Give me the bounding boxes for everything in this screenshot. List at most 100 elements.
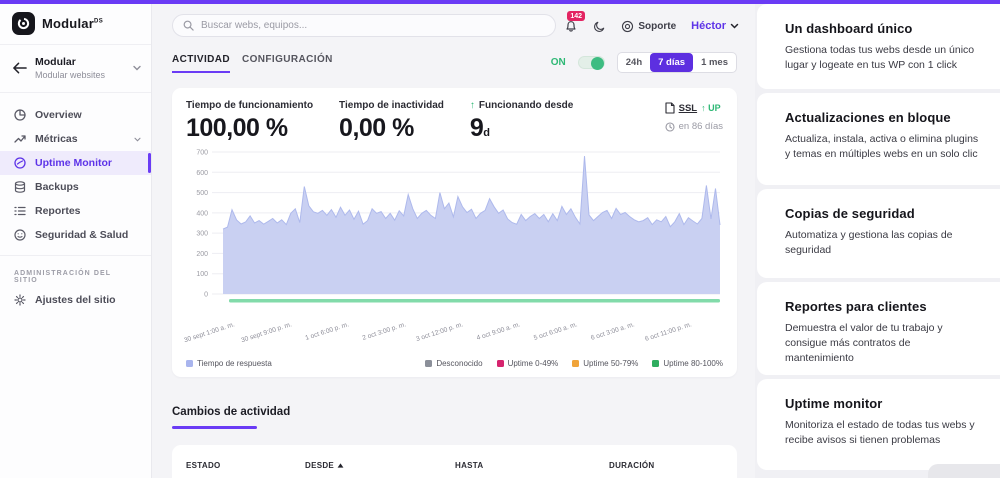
svg-text:30 sept 1:00 a. m.: 30 sept 1:00 a. m. — [183, 321, 236, 344]
gear-icon — [14, 294, 26, 306]
monitor-on-label: ON — [551, 57, 566, 68]
range-selector: 24h 7 días 1 mes — [617, 52, 737, 73]
range-1-mes[interactable]: 1 mes — [693, 53, 736, 72]
sidebar-item-reportes[interactable]: Reportes — [0, 199, 151, 223]
main-area: 142 Soporte Héctor ACTIVIDAD CONFIGURACI… — [152, 4, 755, 478]
activity-title-underline — [172, 426, 257, 429]
svg-text:3 oct 12:00 p. m.: 3 oct 12:00 p. m. — [415, 321, 464, 343]
promo-card-reportes: Reportes para clientesDemuestra el valor… — [757, 282, 1000, 375]
back-arrow-icon[interactable] — [12, 62, 27, 74]
response-time-chart[interactable]: 010020030040050060070030 sept 1:00 a. m.… — [182, 146, 726, 346]
stat-uptime: Tiempo de funcionamiento 100,00 % — [186, 100, 313, 143]
svg-text:5 oct 6:00 a. m.: 5 oct 6:00 a. m. — [533, 321, 579, 342]
app-logo[interactable]: ModularDS — [0, 0, 151, 45]
search-icon — [183, 20, 194, 31]
search-bar[interactable] — [172, 14, 556, 37]
sidebar-item-label: Overview — [35, 109, 82, 121]
help-icon — [621, 20, 634, 33]
sort-asc-icon — [337, 463, 344, 468]
chat-widget-stub[interactable] — [928, 464, 1000, 478]
sidebar-item-uptime-monitor[interactable]: Uptime Monitor — [0, 151, 151, 175]
svg-text:500: 500 — [196, 190, 208, 197]
tabs-row: ACTIVIDAD CONFIGURACIÓN ON 24h 7 días 1 … — [152, 48, 755, 84]
range-24h[interactable]: 24h — [618, 53, 650, 72]
svg-text:200: 200 — [196, 251, 208, 258]
column-header-hasta[interactable]: HASTA — [455, 461, 609, 470]
chevron-down-icon[interactable] — [133, 65, 141, 71]
support-button[interactable]: Soporte — [621, 20, 676, 33]
promo-panel: Un dashboard únicoGestiona todas tus web… — [757, 4, 1000, 478]
trend-icon — [14, 133, 26, 145]
notification-count-badge: 142 — [567, 11, 585, 21]
dark-mode-toggle[interactable] — [593, 20, 606, 33]
tab-configuracion[interactable]: CONFIGURACIÓN — [242, 54, 333, 71]
svg-text:0: 0 — [204, 292, 208, 299]
svg-text:6 oct 3:00 a. m.: 6 oct 3:00 a. m. — [590, 321, 636, 342]
svg-text:2 oct 3:00 p. m.: 2 oct 3:00 p. m. — [362, 321, 408, 342]
svg-text:600: 600 — [196, 170, 208, 177]
list-icon — [14, 205, 26, 217]
up-arrow-icon: ↑ — [470, 100, 475, 111]
pie-chart-icon — [14, 109, 26, 121]
promo-card-actualizaciones: Actualizaciones en bloqueActualiza, inst… — [757, 93, 1000, 185]
svg-text:6 oct 11:00 p. m.: 6 oct 11:00 p. m. — [644, 321, 693, 343]
promo-card-dashboard: Un dashboard únicoGestiona todas tus web… — [757, 4, 1000, 89]
topbar: 142 Soporte Héctor — [152, 4, 755, 48]
column-header-estado[interactable]: ESTADO — [172, 461, 305, 470]
uptime-clock-icon — [14, 157, 26, 169]
legend-item: Uptime 50-79% — [572, 359, 638, 368]
column-header-duracion[interactable]: DURACIÓN — [609, 461, 729, 470]
stat-running-since: ↑Funcionando desde 9d — [470, 100, 573, 143]
user-name: Héctor — [691, 20, 726, 32]
clock-icon — [665, 122, 675, 132]
sidebar: ModularDS Modular Modular websites Overv… — [0, 0, 152, 478]
top-accent-bar — [0, 0, 1000, 4]
svg-text:4 oct 9:00 a. m.: 4 oct 9:00 a. m. — [476, 321, 522, 342]
ssl-status: SSL ↑ UP en 86 días — [665, 100, 723, 143]
sidebar-item-overview[interactable]: Overview — [0, 103, 151, 127]
legend-item: Desconocido — [425, 359, 482, 368]
sidebar-item-metricas[interactable]: Métricas — [0, 127, 151, 151]
smiley-icon — [14, 229, 26, 241]
legend-item: Tiempo de respuesta — [186, 359, 272, 368]
uptime-chart-card: Tiempo de funcionamiento 100,00 % Tiempo… — [172, 88, 737, 377]
site-subtitle: Modular websites — [35, 70, 105, 80]
document-icon — [665, 102, 675, 114]
sidebar-item-label: Backups — [35, 181, 79, 193]
chevron-down-icon[interactable] — [134, 137, 141, 142]
modular-logo-icon — [12, 12, 35, 35]
svg-text:1 oct 6:00 p. m.: 1 oct 6:00 p. m. — [304, 321, 350, 342]
logo-badge: DS — [94, 19, 103, 25]
sidebar-item-label: Reportes — [35, 205, 81, 217]
monitor-toggle[interactable] — [578, 56, 605, 69]
sidebar-item-label: Ajustes del sitio — [35, 294, 116, 306]
ssl-link[interactable]: SSL — [679, 103, 697, 114]
chart-legend: Tiempo de respuesta DesconocidoUptime 0-… — [186, 359, 723, 368]
user-menu[interactable]: Héctor — [691, 20, 739, 32]
activity-table: ESTADO DESDE HASTA DURACIÓN — [172, 445, 737, 478]
svg-text:400: 400 — [196, 210, 208, 217]
tab-actividad[interactable]: ACTIVIDAD — [172, 54, 230, 73]
legend-item: Uptime 80-100% — [652, 359, 723, 368]
sidebar-item-label: Uptime Monitor — [35, 157, 112, 169]
activity-changes-title: Cambios de actividad — [172, 406, 290, 418]
site-name: Modular — [35, 56, 105, 68]
sidebar-item-ajustes[interactable]: Ajustes del sitio — [0, 288, 151, 312]
stat-downtime: Tiempo de inactividad 0,00 % — [339, 100, 444, 143]
svg-text:300: 300 — [196, 231, 208, 238]
sidebar-item-backups[interactable]: Backups — [0, 175, 151, 199]
chevron-down-icon — [730, 23, 739, 29]
sidebar-item-seguridad-salud[interactable]: Seguridad & Salud — [0, 223, 151, 247]
promo-card-uptime: Uptime monitorMonitoriza el estado de to… — [757, 379, 1000, 470]
notifications-button[interactable]: 142 — [564, 19, 578, 33]
sidebar-section-label: ADMINISTRACIÓN DEL SITIO — [0, 256, 151, 288]
database-icon — [14, 181, 26, 193]
range-7-dias[interactable]: 7 días — [650, 53, 693, 72]
promo-card-copias: Copias de seguridadAutomatiza y gestiona… — [757, 189, 1000, 278]
sidebar-item-label: Seguridad & Salud — [35, 229, 128, 241]
site-selector[interactable]: Modular Modular websites — [0, 45, 151, 93]
search-input[interactable] — [201, 20, 545, 31]
ssl-renew-label: en 86 días — [679, 121, 723, 132]
column-header-desde[interactable]: DESDE — [305, 461, 455, 470]
support-label: Soporte — [638, 21, 676, 32]
